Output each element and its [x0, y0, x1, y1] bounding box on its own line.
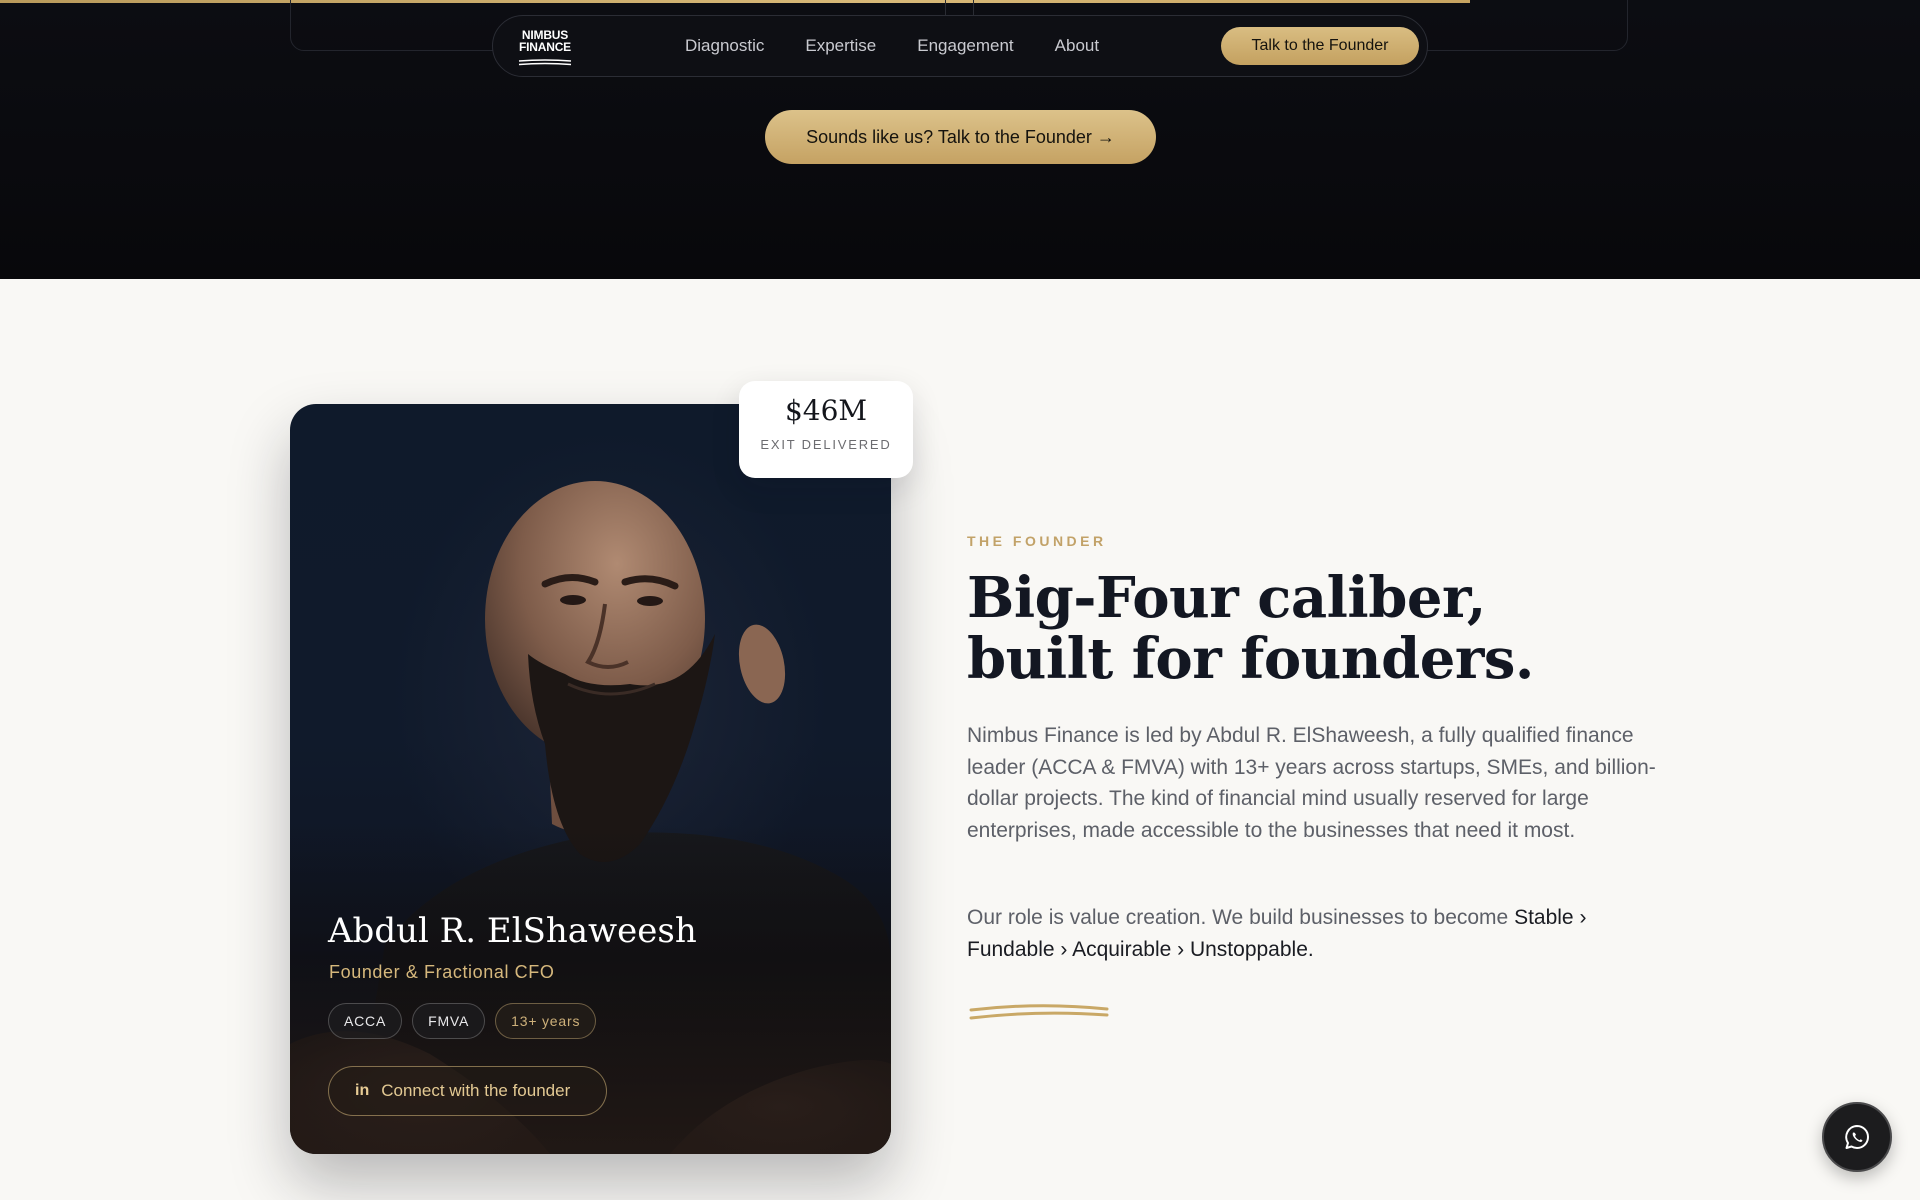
nav-links: Diagnostic Expertise Engagement About — [685, 16, 1140, 76]
talk-to-founder-nav-button[interactable]: Talk to the Founder — [1221, 27, 1419, 65]
nimbus-finance-logo[interactable]: NIMBUS FINANCE — [515, 29, 575, 66]
founder-role: Founder & Fractional CFO — [329, 962, 555, 982]
credential-badges: ACCA FMVA 13+ years — [328, 1003, 597, 1039]
badge-years: 13+ years — [495, 1003, 597, 1039]
nav-link-expertise[interactable]: Expertise — [805, 36, 876, 56]
value-creation-text: Our role is value creation. We build bus… — [967, 902, 1667, 965]
founder-description: Nimbus Finance is led by Abdul R. ElShaw… — [967, 724, 1656, 842]
stat-label: EXIT DELIVERED — [760, 437, 892, 452]
logo-line-2: FINANCE — [519, 40, 571, 54]
top-navbar: NIMBUS FINANCE Diagnostic Expertise Enga… — [492, 15, 1428, 77]
badge-acca: ACCA — [328, 1003, 403, 1039]
connect-with-founder-button[interactable]: in Connect with the founder — [328, 1066, 607, 1116]
stat-value: $46M — [784, 394, 868, 427]
talk-to-founder-hero-button[interactable]: Sounds like us? Talk to the Founder → — [765, 110, 1156, 164]
value-creation-intro: Our role is value creation. We build bus… — [967, 906, 1515, 929]
whatsapp-chat-button[interactable] — [1822, 1102, 1892, 1172]
whatsapp-icon — [1845, 1125, 1869, 1149]
divider — [945, 0, 946, 16]
hero-section: NIMBUS FINANCE Diagnostic Expertise Enga… — [0, 0, 1920, 279]
exit-stat-card: $46M EXIT DELIVERED — [739, 381, 913, 478]
section-eyebrow: THE FOUNDER — [967, 533, 1107, 549]
section-headline: Big-Four caliber, built for founders. — [967, 565, 1534, 692]
gold-squiggle-divider — [969, 1004, 1109, 1020]
linkedin-icon: in — [355, 1082, 370, 1099]
founder-name: Abdul R. ElShaweesh — [328, 911, 697, 951]
logo-underline-icon — [518, 59, 572, 66]
divider — [973, 0, 974, 16]
nav-link-engagement[interactable]: Engagement — [917, 36, 1013, 56]
badge-fmva: FMVA — [412, 1003, 486, 1039]
founder-photo-card: Abdul R. ElShaweesh Founder & Fractional… — [290, 404, 891, 1154]
connect-button-label: Connect with the founder — [381, 1081, 571, 1100]
nav-link-about[interactable]: About — [1055, 36, 1099, 56]
nav-link-diagnostic[interactable]: Diagnostic — [685, 36, 764, 56]
